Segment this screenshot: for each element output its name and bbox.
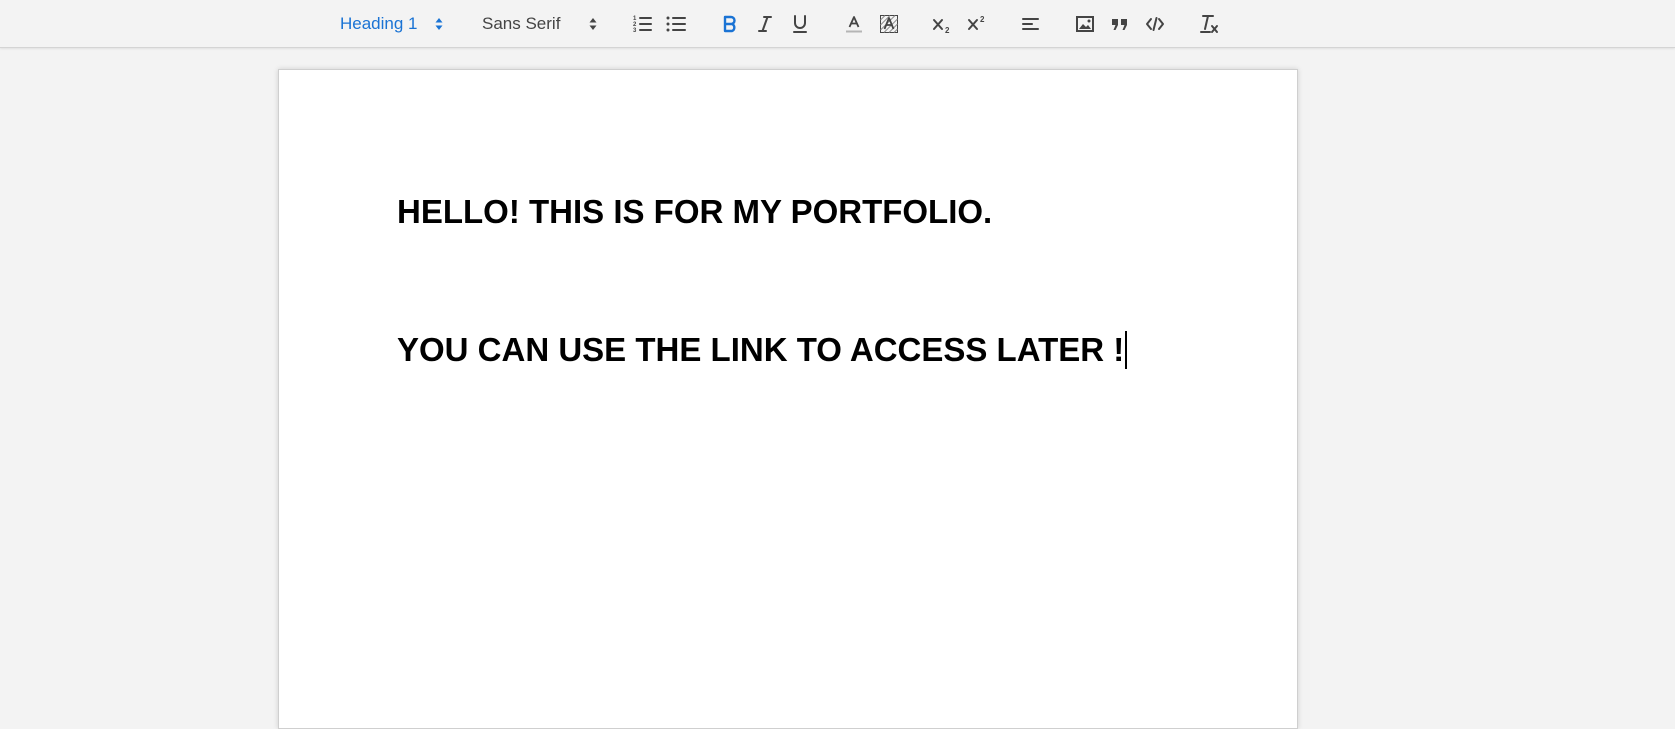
code-block-button[interactable] [1140,0,1170,48]
svg-text:2: 2 [945,26,950,34]
heading-text: HELLO! THIS IS FOR MY PORTFOLIO. [397,193,993,230]
blockquote-icon [1112,19,1127,30]
svg-text:2: 2 [980,15,985,24]
subscript-button[interactable]: 2 [927,0,957,48]
insert-image-button[interactable] [1070,0,1100,48]
background-color-icon [880,15,898,33]
heading-picker-label: Heading 1 [340,14,418,33]
clear-formatting-icon [1200,15,1218,33]
bold-button[interactable] [715,0,745,48]
superscript-button[interactable]: 2 [962,0,992,48]
svg-text:3: 3 [633,28,637,33]
bullet-list-icon [666,16,686,32]
italic-button[interactable] [750,0,780,48]
document-line[interactable]: HELLO! THIS IS FOR MY PORTFOLIO. [397,192,992,232]
text-color-button[interactable] [839,0,869,48]
heading-text: YOU CAN USE THE LINK TO ACCESS LATER ! [397,331,1125,368]
heading-picker[interactable]: Heading 1 [340,0,450,48]
superscript-icon: 2 [968,15,985,30]
clear-formatting-button[interactable] [1194,0,1224,48]
subscript-icon: 2 [933,19,950,34]
ordered-list-icon: 1 2 3 [633,16,652,33]
image-icon [1076,16,1094,32]
bold-icon [723,15,736,33]
font-picker-label: Sans Serif [482,14,561,33]
italic-icon [758,16,772,32]
document-line[interactable]: YOU CAN USE THE LINK TO ACCESS LATER ! [397,330,1128,370]
underline-button[interactable] [785,0,815,48]
align-left-button[interactable] [1016,0,1046,48]
bullet-list-button[interactable] [661,0,691,48]
document-page[interactable]: HELLO! THIS IS FOR MY PORTFOLIO. YOU CAN… [278,69,1298,729]
ordered-list-button[interactable]: 1 2 3 [627,0,657,48]
picker-arrows-icon [435,18,443,30]
background-color-button[interactable] [874,0,904,48]
text-cursor [1125,331,1128,369]
code-block-icon [1146,17,1164,31]
align-left-icon [1022,18,1039,30]
text-color-icon [846,16,862,33]
picker-arrows-icon [589,18,597,30]
editor-toolbar: Heading 1 Sans Serif 1 2 3 2 2 [0,0,1675,48]
blockquote-button[interactable] [1105,0,1135,48]
font-picker[interactable]: Sans Serif [482,0,602,48]
underline-icon [793,15,807,33]
